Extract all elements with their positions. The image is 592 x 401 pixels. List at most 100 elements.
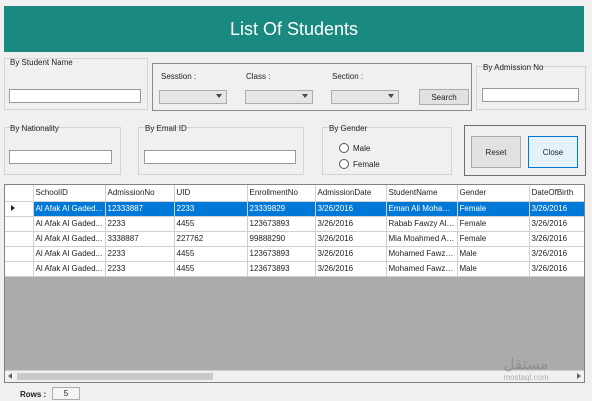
table-cell[interactable]: Male bbox=[457, 261, 530, 277]
table-cell[interactable]: 12333887 bbox=[105, 201, 175, 217]
table-cell[interactable]: 3/26/2016 bbox=[315, 261, 387, 277]
students-table: SchoolID AdmissionNo UID EnrollmentNo Ad… bbox=[5, 185, 584, 277]
table-cell[interactable]: Al Afak Al Gaded... bbox=[33, 216, 106, 232]
table-cell[interactable]: 2233 bbox=[105, 216, 175, 232]
table-cell[interactable]: 3/26/2016 bbox=[529, 231, 584, 247]
row-header[interactable] bbox=[5, 261, 34, 277]
table-cell[interactable]: 3/26/2016 bbox=[529, 201, 584, 217]
table-cell[interactable]: 2233 bbox=[174, 201, 248, 217]
table-cell[interactable]: 123673893 bbox=[247, 246, 316, 262]
table-cell[interactable]: 3/26/2016 bbox=[315, 246, 387, 262]
table-cell[interactable]: Al Afak Al Gaded... bbox=[33, 201, 106, 217]
watermark-arabic: مستقل bbox=[503, 355, 549, 373]
table-cell[interactable]: Female bbox=[457, 216, 530, 232]
column-header[interactable]: AdmissionNo bbox=[105, 185, 175, 202]
male-label: Male bbox=[353, 144, 371, 153]
table-cell[interactable]: Female bbox=[457, 231, 530, 247]
table-cell[interactable]: Al Afak Al Gaded... bbox=[33, 261, 106, 277]
student-name-label: By Student Name bbox=[10, 58, 73, 67]
table-cell[interactable]: 227762 bbox=[174, 231, 248, 247]
table-row[interactable]: Al Afak Al Gaded... 3338887 227762 99888… bbox=[5, 231, 584, 247]
table-cell[interactable]: Eman Ali Moham... bbox=[386, 201, 458, 217]
row-header[interactable] bbox=[5, 216, 34, 232]
table-cell[interactable]: Mohamed Fawzy... bbox=[386, 261, 458, 277]
table-cell[interactable]: 3/26/2016 bbox=[315, 216, 387, 232]
chevron-down-icon bbox=[302, 94, 308, 98]
class-label: Class : bbox=[246, 72, 271, 81]
column-header[interactable]: EnrollmentNo bbox=[247, 185, 316, 202]
watermark-latin: mostaql.com bbox=[503, 373, 549, 382]
watermark: مستقل mostaql.com bbox=[496, 355, 556, 382]
page-title: List Of Students bbox=[229, 18, 359, 39]
row-header[interactable] bbox=[5, 246, 34, 262]
table-cell[interactable]: 23339829 bbox=[247, 201, 316, 217]
table-row[interactable]: Al Afak Al Gaded... 2233 4455 123673893 … bbox=[5, 261, 584, 277]
table-cell[interactable]: 4455 bbox=[174, 216, 248, 232]
admission-no-input[interactable] bbox=[482, 88, 579, 102]
table-cell[interactable]: 2233 bbox=[105, 261, 175, 277]
table-cell[interactable]: 3/26/2016 bbox=[529, 246, 584, 262]
scroll-right-icon[interactable] bbox=[577, 373, 581, 379]
table-cell[interactable]: 3/26/2016 bbox=[529, 261, 584, 277]
table-cell[interactable]: 4455 bbox=[174, 261, 248, 277]
nationality-label: By Nationality bbox=[10, 124, 59, 133]
email-input[interactable] bbox=[144, 150, 296, 164]
column-header[interactable]: DateOfBirth bbox=[529, 185, 584, 202]
rows-label: Rows : bbox=[20, 390, 47, 399]
session-label: Sesstion : bbox=[161, 72, 197, 81]
table-cell[interactable]: 4455 bbox=[174, 246, 248, 262]
female-radio[interactable] bbox=[339, 159, 349, 169]
search-button-label: Search bbox=[431, 92, 457, 102]
male-radio[interactable] bbox=[339, 143, 349, 153]
table-cell[interactable]: Mia Moahmed Ali... bbox=[386, 231, 458, 247]
page-header: List Of Students bbox=[4, 6, 584, 52]
section-label: Section : bbox=[332, 72, 364, 81]
female-label: Female bbox=[353, 160, 380, 169]
table-cell[interactable]: Al Afak Al Gaded... bbox=[33, 231, 106, 247]
table-cell[interactable]: 2233 bbox=[105, 246, 175, 262]
class-select[interactable] bbox=[245, 90, 313, 104]
table-header-row: SchoolID AdmissionNo UID EnrollmentNo Ad… bbox=[5, 185, 584, 202]
table-row[interactable]: Al Afak Al Gaded... 12333887 2233 233398… bbox=[5, 201, 584, 217]
scrollbar-thumb[interactable] bbox=[17, 373, 213, 380]
table-cell[interactable]: Al Afak Al Gaded... bbox=[33, 246, 106, 262]
row-header[interactable] bbox=[5, 231, 34, 247]
scroll-left-icon[interactable] bbox=[8, 373, 12, 379]
student-name-input[interactable] bbox=[9, 89, 141, 103]
search-button[interactable]: Search bbox=[419, 89, 469, 105]
table-cell[interactable]: 123673893 bbox=[247, 261, 316, 277]
table-cell[interactable]: 3/26/2016 bbox=[315, 201, 387, 217]
table-cell[interactable]: 3/26/2016 bbox=[315, 231, 387, 247]
students-grid[interactable]: SchoolID AdmissionNo UID EnrollmentNo Ad… bbox=[4, 184, 585, 383]
reset-button[interactable]: Reset bbox=[471, 136, 521, 168]
chevron-down-icon bbox=[388, 94, 394, 98]
close-button-label: Close bbox=[542, 147, 564, 157]
column-header[interactable]: Gender bbox=[457, 185, 530, 202]
row-header[interactable] bbox=[5, 201, 34, 217]
section-select[interactable] bbox=[331, 90, 399, 104]
table-cell[interactable]: Mohamed Fawzy... bbox=[386, 246, 458, 262]
email-label: By Email ID bbox=[145, 124, 187, 133]
table-row[interactable]: Al Afak Al Gaded... 2233 4455 123673893 … bbox=[5, 216, 584, 232]
close-button[interactable]: Close bbox=[528, 136, 578, 168]
table-cell[interactable]: Male bbox=[457, 246, 530, 262]
current-row-arrow-icon bbox=[11, 205, 15, 211]
column-header[interactable]: UID bbox=[174, 185, 248, 202]
admission-no-label: By Admission No bbox=[483, 63, 544, 72]
table-cell[interactable]: 3/26/2016 bbox=[529, 216, 584, 232]
nationality-input[interactable] bbox=[9, 150, 112, 164]
gender-label: By Gender bbox=[329, 124, 368, 133]
column-header[interactable]: StudentName bbox=[386, 185, 458, 202]
column-header[interactable]: AdmissionDate bbox=[315, 185, 387, 202]
table-cell[interactable]: 123673893 bbox=[247, 216, 316, 232]
column-header[interactable]: SchoolID bbox=[33, 185, 106, 202]
chevron-down-icon bbox=[216, 94, 222, 98]
session-select[interactable] bbox=[159, 90, 227, 104]
table-cell[interactable]: 3338887 bbox=[105, 231, 175, 247]
table-cell[interactable]: 99888290 bbox=[247, 231, 316, 247]
rows-count: 5 bbox=[52, 387, 80, 400]
table-cell[interactable]: Female bbox=[457, 201, 530, 217]
corner-header bbox=[5, 185, 34, 202]
table-cell[interactable]: Rabab Fawzy Ali... bbox=[386, 216, 458, 232]
table-row[interactable]: Al Afak Al Gaded... 2233 4455 123673893 … bbox=[5, 246, 584, 262]
